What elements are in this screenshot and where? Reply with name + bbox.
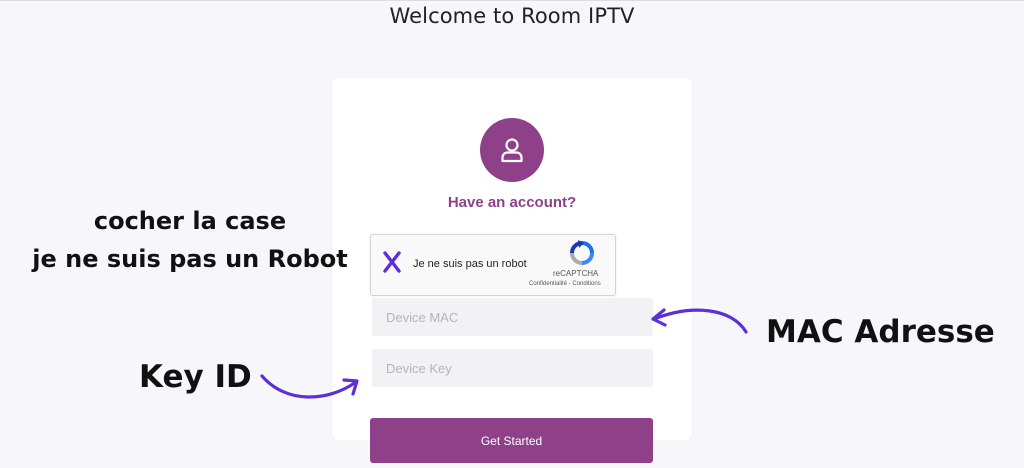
recaptcha-label: Je ne suis pas un robot: [413, 258, 527, 270]
recaptcha-logo-icon: [570, 240, 594, 265]
get-started-button[interactable]: Get Started: [370, 418, 653, 463]
top-border: [0, 0, 1024, 1]
device-mac-input[interactable]: [372, 298, 653, 336]
avatar: [480, 118, 544, 182]
recaptcha-widget: Je ne suis pas un robot reCAPTCHA Confid…: [370, 234, 616, 296]
user-icon: [501, 138, 523, 163]
x-mark-icon: [383, 251, 401, 273]
captcha-note-line-2: je ne suis pas un Robot: [32, 245, 348, 273]
mac-arrow-icon: [651, 308, 748, 334]
login-card: Have an account? Je ne suis pas un robot…: [332, 78, 692, 463]
card-subtitle: Have an account?: [447, 194, 577, 211]
recaptcha-checkbox[interactable]: [381, 251, 403, 273]
recaptcha-links[interactable]: Confidentialité - Conditions: [529, 281, 601, 287]
device-key-input[interactable]: [372, 349, 653, 387]
captcha-note-line-1: cocher la case: [93, 207, 287, 235]
key-id-note: Key ID: [139, 359, 252, 395]
captcha-instruction-note: cocher la case je ne suis pas un Robot: [0, 202, 380, 278]
key-arrow-icon: [260, 374, 359, 399]
page-title: Welcome to Room IPTV: [389, 4, 635, 28]
mac-address-note: MAC Adresse: [766, 314, 995, 350]
recaptcha-brand: reCAPTCHA: [553, 269, 599, 278]
